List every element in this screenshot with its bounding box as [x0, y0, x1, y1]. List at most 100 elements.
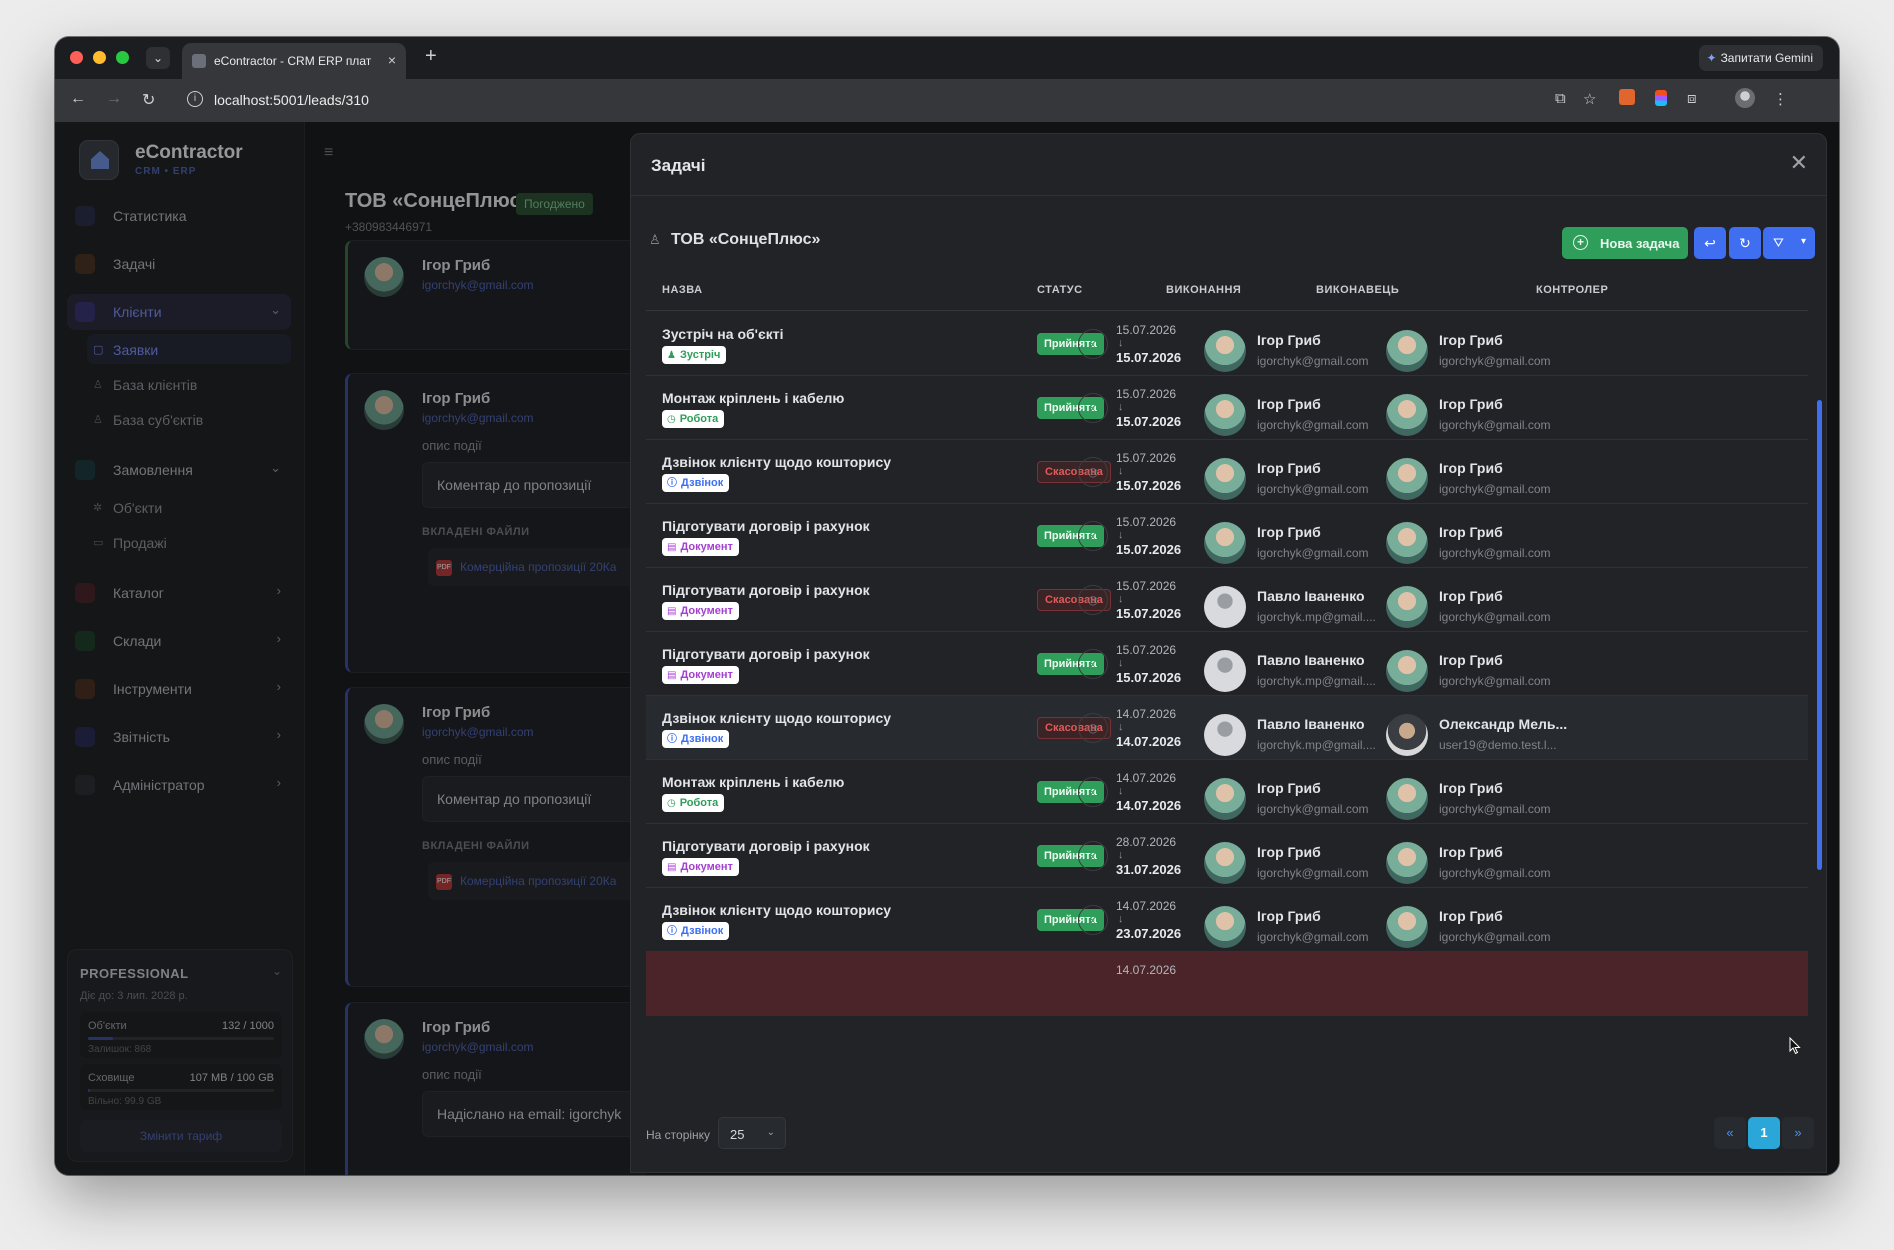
table-row[interactable]: Дзвінок клієнту щодо кошторису ⓘ Дзвінок Пр…	[646, 888, 1808, 952]
close-icon[interactable]: ✕	[1790, 150, 1808, 176]
maximize-window-button[interactable]	[116, 51, 129, 64]
avatar	[1386, 458, 1428, 500]
prev-page-button[interactable]: «	[1714, 1117, 1746, 1149]
controller-name: Ігор Гриб	[1439, 908, 1503, 924]
executor[interactable]: Ігор Гриб igorchyk@gmail.com	[1204, 903, 1404, 951]
column-header-execution[interactable]: ВИКОНАННЯ	[1166, 284, 1241, 296]
bookmark-star-icon[interactable]: ☆	[1583, 90, 1596, 108]
executor[interactable]: Ігор Гриб igorchyk@gmail.com	[1204, 519, 1404, 567]
executor[interactable]: Ігор Гриб igorchyk@gmail.com	[1204, 391, 1404, 439]
tab-title: eContractor - CRM ERP плат	[214, 54, 372, 68]
end-date: 15.07.2026	[1116, 670, 1182, 685]
scrollbar[interactable]	[1817, 270, 1822, 1095]
controller[interactable]: Ігор Гриб igorchyk@gmail.com	[1386, 391, 1586, 439]
controller[interactable]: Ігор Гриб igorchyk@gmail.com	[1386, 903, 1586, 951]
table-row[interactable]: Монтаж кріплень і кабелю ◷ Робота Прийнята ✓…	[646, 760, 1808, 824]
controller[interactable]: Олександр Мель... user19@demo.test.l...	[1386, 711, 1586, 759]
table-row[interactable]: Дзвінок клієнту щодо кошторису ⓘ Дзвінок Ск…	[646, 696, 1808, 760]
avatar	[1204, 650, 1246, 692]
column-header-executor[interactable]: ВИКОНАВЕЦЬ	[1316, 284, 1399, 296]
controller[interactable]: Ігор Гриб igorchyk@gmail.com	[1386, 455, 1586, 503]
task-type-icon: ▤	[667, 542, 677, 553]
start-date: 15.07.2026	[1116, 387, 1177, 401]
controller-email: igorchyk@gmail.com	[1439, 866, 1551, 880]
avatar	[1204, 394, 1246, 436]
new-task-button[interactable]: + Нова задача	[1562, 227, 1688, 259]
tab-list-button[interactable]: ⌄	[146, 47, 170, 69]
close-window-button[interactable]	[70, 51, 83, 64]
task-type-icon: ♟	[667, 350, 676, 361]
per-page-select[interactable]: 25 ⌄	[718, 1117, 786, 1149]
executor-email: igorchyk@gmail.com	[1257, 546, 1369, 560]
controller[interactable]: Ігор Гриб igorchyk@gmail.com	[1386, 775, 1586, 823]
figma-extension-icon[interactable]	[1655, 90, 1667, 106]
url-text[interactable]: localhost:5001/leads/310	[214, 92, 369, 108]
extension-icon[interactable]	[1619, 89, 1635, 105]
chevron-down-icon: ▾	[1800, 236, 1806, 247]
undo-button[interactable]: ↩	[1694, 227, 1726, 259]
site-info-icon[interactable]: i	[187, 91, 203, 107]
table-row[interactable]: Підготувати договір і рахунок ▤ Документ Пр…	[646, 824, 1808, 888]
scrollbar-thumb[interactable]	[1817, 400, 1822, 870]
executor-name: Ігор Гриб	[1257, 396, 1321, 412]
favicon-icon	[192, 54, 206, 68]
controller-email: igorchyk@gmail.com	[1439, 546, 1551, 560]
avatar	[1386, 522, 1428, 564]
minimize-window-button[interactable]	[93, 51, 106, 64]
task-type-icon: ▤	[667, 606, 677, 617]
controller[interactable]: Ігор Гриб igorchyk@gmail.com	[1386, 647, 1586, 695]
check-circle-icon: ✓	[1078, 329, 1108, 359]
reload-icon[interactable]: ↻	[142, 90, 155, 110]
browser-menu-icon[interactable]: ⋮	[1773, 90, 1788, 108]
tab-close-button[interactable]: ×	[388, 52, 396, 68]
executor[interactable]: Павло Іваненко igorchyk.mp@gmail....	[1204, 647, 1404, 695]
column-header-status[interactable]: СТАТУС	[1037, 284, 1083, 296]
tasks-modal: Задачі ✕ ♙ ТОВ «СонцеПлюс» + Нова задача…	[630, 133, 1827, 1173]
extensions-puzzle-icon[interactable]: ⧈	[1687, 90, 1697, 107]
filter-icon: ⛛	[1773, 235, 1784, 250]
task-name: Підготувати договір і рахунок	[662, 838, 870, 854]
avatar	[1386, 778, 1428, 820]
modal-header: Задачі ✕	[631, 134, 1826, 196]
browser-tab[interactable]: eContractor - CRM ERP плат ×	[182, 43, 406, 79]
executor[interactable]: Ігор Гриб igorchyk@gmail.com	[1204, 775, 1404, 823]
table-row[interactable]: Підготувати договір і рахунок ▤ Документ Ск…	[646, 568, 1808, 632]
column-header-name[interactable]: НАЗВА	[662, 284, 703, 296]
column-header-controller[interactable]: КОНТРОЛЕР	[1536, 284, 1608, 296]
forward-icon[interactable]: →	[106, 90, 122, 108]
table-row[interactable]: 14.07.2026	[646, 952, 1808, 1016]
next-page-button[interactable]: »	[1782, 1117, 1814, 1149]
start-date: 15.07.2026	[1116, 323, 1177, 337]
new-tab-button[interactable]: +	[425, 45, 437, 68]
check-circle-icon: ✓	[1078, 905, 1108, 935]
controller[interactable]: Ігор Гриб igorchyk@gmail.com	[1386, 519, 1586, 567]
filter-button[interactable]: ⛛ ▾	[1763, 227, 1815, 259]
controller[interactable]: Ігор Гриб igorchyk@gmail.com	[1386, 583, 1586, 631]
table-row[interactable]: Дзвінок клієнту щодо кошторису ⓘ Дзвінок Ск…	[646, 440, 1808, 504]
task-type-icon: ⓘ	[667, 734, 677, 745]
table-row[interactable]: Підготувати договір і рахунок ▤ Документ Пр…	[646, 504, 1808, 568]
ask-gemini-button[interactable]: ✦ Запитати Gemini	[1698, 45, 1823, 71]
profile-avatar-icon[interactable]	[1735, 88, 1755, 108]
executor[interactable]: Ігор Гриб igorchyk@gmail.com	[1204, 327, 1404, 375]
table-row[interactable]: Підготувати договір і рахунок ▤ Документ Пр…	[646, 632, 1808, 696]
page-button-current[interactable]: 1	[1748, 1117, 1780, 1149]
start-date: 14.07.2026	[1116, 963, 1177, 977]
task-type-badge: ◷ Робота	[662, 794, 725, 812]
address-bar[interactable]: i localhost:5001/leads/310	[177, 85, 1657, 115]
table-row[interactable]: Зустріч на об'єкті ♟ Зустріч Прийнята ✓ 15.07…	[646, 312, 1808, 376]
refresh-button[interactable]: ↻	[1729, 227, 1761, 259]
executor-name: Ігор Гриб	[1257, 332, 1321, 348]
controller[interactable]: Ігор Гриб igorchyk@gmail.com	[1386, 839, 1586, 887]
install-app-icon[interactable]: ⧉	[1555, 90, 1566, 107]
executor[interactable]: Павло Іваненко igorchyk.mp@gmail....	[1204, 583, 1404, 631]
table-row[interactable]: Монтаж кріплень і кабелю ◷ Робота Прийнята ✓…	[646, 376, 1808, 440]
controller[interactable]: Ігор Гриб igorchyk@gmail.com	[1386, 327, 1586, 375]
controller-name: Ігор Гриб	[1439, 652, 1503, 668]
controller-email: igorchyk@gmail.com	[1439, 802, 1551, 816]
executor[interactable]: Ігор Гриб igorchyk@gmail.com	[1204, 839, 1404, 887]
plus-icon: +	[1573, 235, 1588, 250]
back-icon[interactable]: ←	[70, 90, 86, 108]
executor[interactable]: Ігор Гриб igorchyk@gmail.com	[1204, 455, 1404, 503]
executor[interactable]: Павло Іваненко igorchyk.mp@gmail....	[1204, 711, 1404, 759]
